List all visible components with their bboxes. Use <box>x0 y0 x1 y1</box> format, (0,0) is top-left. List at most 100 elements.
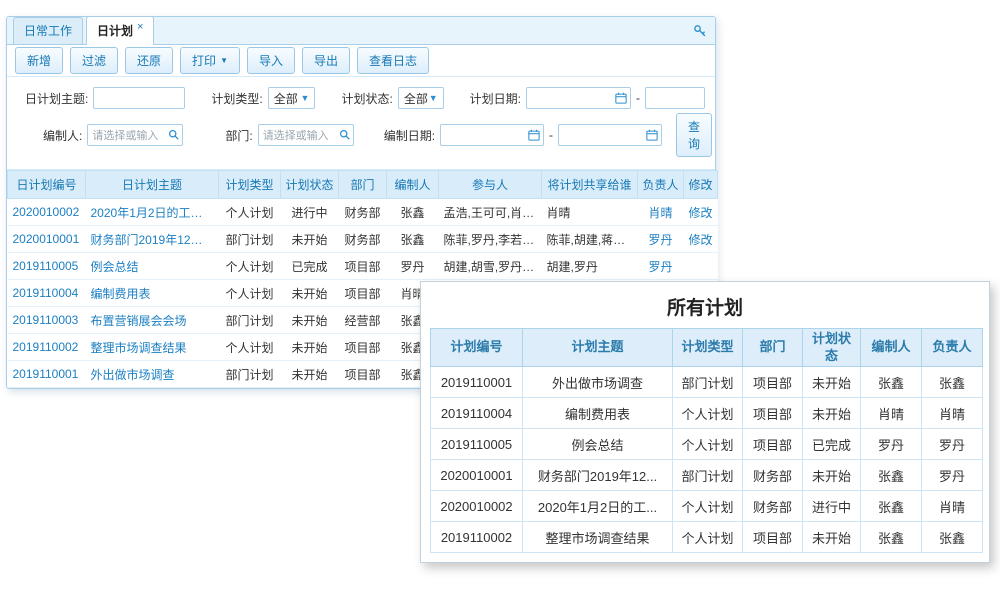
calendar-icon[interactable] <box>646 129 658 141</box>
cell-modify-link[interactable]: 修改 <box>684 199 718 226</box>
col-header-plan-id[interactable]: 日计划编号 <box>8 171 86 199</box>
cell-owner[interactable]: 罗丹 <box>638 253 684 280</box>
cell-modify-link[interactable]: 修改 <box>684 226 718 253</box>
cell-plan-id[interactable]: 2020010002 <box>8 199 86 226</box>
subject-input[interactable] <box>93 87 185 109</box>
cell-type: 个人计划 <box>219 199 281 226</box>
cell-owner: 张鑫 <box>922 367 983 398</box>
search-icon[interactable] <box>339 129 350 140</box>
cell-status: 未开始 <box>281 226 339 253</box>
print-button-label: 打印 <box>192 52 216 69</box>
cell-dept: 财务部 <box>339 199 387 226</box>
cell-subject[interactable]: 外出做市场调查 <box>86 361 219 388</box>
cell-subject[interactable]: 布置营销展会会场 <box>86 307 219 334</box>
search-icon[interactable] <box>168 129 179 140</box>
col-header-dept[interactable]: 部门 <box>339 171 387 199</box>
plan-type-value: 全部 <box>274 90 298 107</box>
popup-row[interactable]: 2019110005 例会总结 个人计划 项目部 已完成 罗丹 罗丹 <box>431 429 983 460</box>
table-row[interactable]: 2019110005 例会总结 个人计划 已完成 项目部 罗丹 胡建,胡雪,罗丹… <box>8 253 718 280</box>
col-header-participants[interactable]: 参与人 <box>439 171 542 199</box>
cell-plan-id[interactable]: 2019110003 <box>8 307 86 334</box>
popup-row[interactable]: 2019110002 整理市场调查结果 个人计划 项目部 未开始 张鑫 张鑫 <box>431 522 983 553</box>
cell-creator: 张鑫 <box>387 226 439 253</box>
col-header-modify[interactable]: 修改 <box>684 171 718 199</box>
calendar-icon[interactable] <box>528 129 540 141</box>
filter-button[interactable]: 过滤 <box>70 47 118 74</box>
cell-subject[interactable]: 整理市场调查结果 <box>86 334 219 361</box>
cell-subject: 整理市场调查结果 <box>523 522 673 553</box>
view-log-button[interactable]: 查看日志 <box>357 47 429 74</box>
cell-subject[interactable]: 编制费用表 <box>86 280 219 307</box>
cell-type: 个人计划 <box>673 522 743 553</box>
cell-subject: 外出做市场调查 <box>523 367 673 398</box>
col-header-status[interactable]: 计划状态 <box>281 171 339 199</box>
cell-plan-id: 2019110002 <box>431 522 523 553</box>
popup-col-type: 计划类型 <box>673 329 743 367</box>
cell-creator: 张鑫 <box>861 491 922 522</box>
cell-plan-id[interactable]: 2020010001 <box>8 226 86 253</box>
subject-label: 日计划主题: <box>25 90 88 107</box>
cell-type: 部门计划 <box>219 361 281 388</box>
cell-plan-id[interactable]: 2019110002 <box>8 334 86 361</box>
plan-status-label: 计划状态: <box>341 90 392 107</box>
cell-creator: 罗丹 <box>861 429 922 460</box>
popup-header-row: 计划编号 计划主题 计划类型 部门 计划状态 编制人 负责人 <box>431 329 983 367</box>
cell-plan-id[interactable]: 2019110005 <box>8 253 86 280</box>
cell-subject[interactable]: 例会总结 <box>86 253 219 280</box>
col-header-type[interactable]: 计划类型 <box>219 171 281 199</box>
cell-owner[interactable]: 罗丹 <box>638 226 684 253</box>
cell-share: 胡建,罗丹 <box>542 253 638 280</box>
col-header-owner[interactable]: 负责人 <box>638 171 684 199</box>
cell-plan-id[interactable]: 2019110001 <box>8 361 86 388</box>
cell-dept: 项目部 <box>743 522 803 553</box>
export-button[interactable]: 导出 <box>302 47 350 74</box>
cell-type: 个人计划 <box>673 491 743 522</box>
popup-row[interactable]: 2019110004 编制费用表 个人计划 项目部 未开始 肖晴 肖晴 <box>431 398 983 429</box>
plan-type-select[interactable]: 全部 ▼ <box>268 87 316 109</box>
caret-down-icon: ▼ <box>429 93 438 103</box>
popup-col-status: 计划状态 <box>803 329 861 367</box>
cell-dept: 项目部 <box>743 367 803 398</box>
query-button-label: 查询 <box>688 118 700 152</box>
cell-dept: 财务部 <box>743 491 803 522</box>
restore-button[interactable]: 还原 <box>125 47 173 74</box>
cell-subject[interactable]: 财务部门2019年12月的... <box>86 226 219 253</box>
popup-row[interactable]: 2020010001 财务部门2019年12... 部门计划 财务部 未开始 张… <box>431 460 983 491</box>
cell-status: 未开始 <box>803 367 861 398</box>
cell-type: 个人计划 <box>673 398 743 429</box>
popup-row[interactable]: 2019110001 外出做市场调查 部门计划 项目部 未开始 张鑫 张鑫 <box>431 367 983 398</box>
cell-status: 已完成 <box>281 253 339 280</box>
cell-plan-id[interactable]: 2019110004 <box>8 280 86 307</box>
plan-date-to-input[interactable] <box>645 87 705 109</box>
tab-daily-work[interactable]: 日常工作 <box>13 17 83 44</box>
plan-date-label: 计划日期: <box>470 90 521 107</box>
close-tab-icon[interactable]: × <box>137 21 143 33</box>
cell-dept: 项目部 <box>339 334 387 361</box>
col-header-creator[interactable]: 编制人 <box>387 171 439 199</box>
all-plans-table: 计划编号 计划主题 计划类型 部门 计划状态 编制人 负责人 201911000… <box>430 328 983 553</box>
new-button[interactable]: 新增 <box>15 47 63 74</box>
cell-subject: 例会总结 <box>523 429 673 460</box>
col-header-share[interactable]: 将计划共享给谁 <box>542 171 638 199</box>
cell-status: 未开始 <box>281 334 339 361</box>
cell-owner: 肖晴 <box>922 491 983 522</box>
col-header-subject[interactable]: 日计划主题 <box>86 171 219 199</box>
cell-modify-link[interactable] <box>684 253 718 280</box>
cell-subject[interactable]: 2020年1月2日的工作日... <box>86 199 219 226</box>
import-button[interactable]: 导入 <box>247 47 295 74</box>
cell-creator: 张鑫 <box>861 460 922 491</box>
key-icon[interactable] <box>693 24 707 38</box>
plan-status-select[interactable]: 全部 ▼ <box>398 87 444 109</box>
print-button[interactable]: 打印▼ <box>180 47 240 74</box>
cell-type: 部门计划 <box>673 367 743 398</box>
tab-daily-plan[interactable]: 日计划× <box>86 16 154 45</box>
table-row[interactable]: 2020010002 2020年1月2日的工作日... 个人计划 进行中 财务部… <box>8 199 718 226</box>
popup-row[interactable]: 2020010002 2020年1月2日的工... 个人计划 财务部 进行中 张… <box>431 491 983 522</box>
cell-status: 未开始 <box>281 280 339 307</box>
query-button[interactable]: 查询 <box>676 113 712 157</box>
cell-status: 未开始 <box>281 307 339 334</box>
table-row[interactable]: 2020010001 财务部门2019年12月的... 部门计划 未开始 财务部… <box>8 226 718 253</box>
tab-daily-work-label: 日常工作 <box>24 24 72 38</box>
calendar-icon[interactable] <box>615 92 627 104</box>
cell-owner[interactable]: 肖晴 <box>638 199 684 226</box>
